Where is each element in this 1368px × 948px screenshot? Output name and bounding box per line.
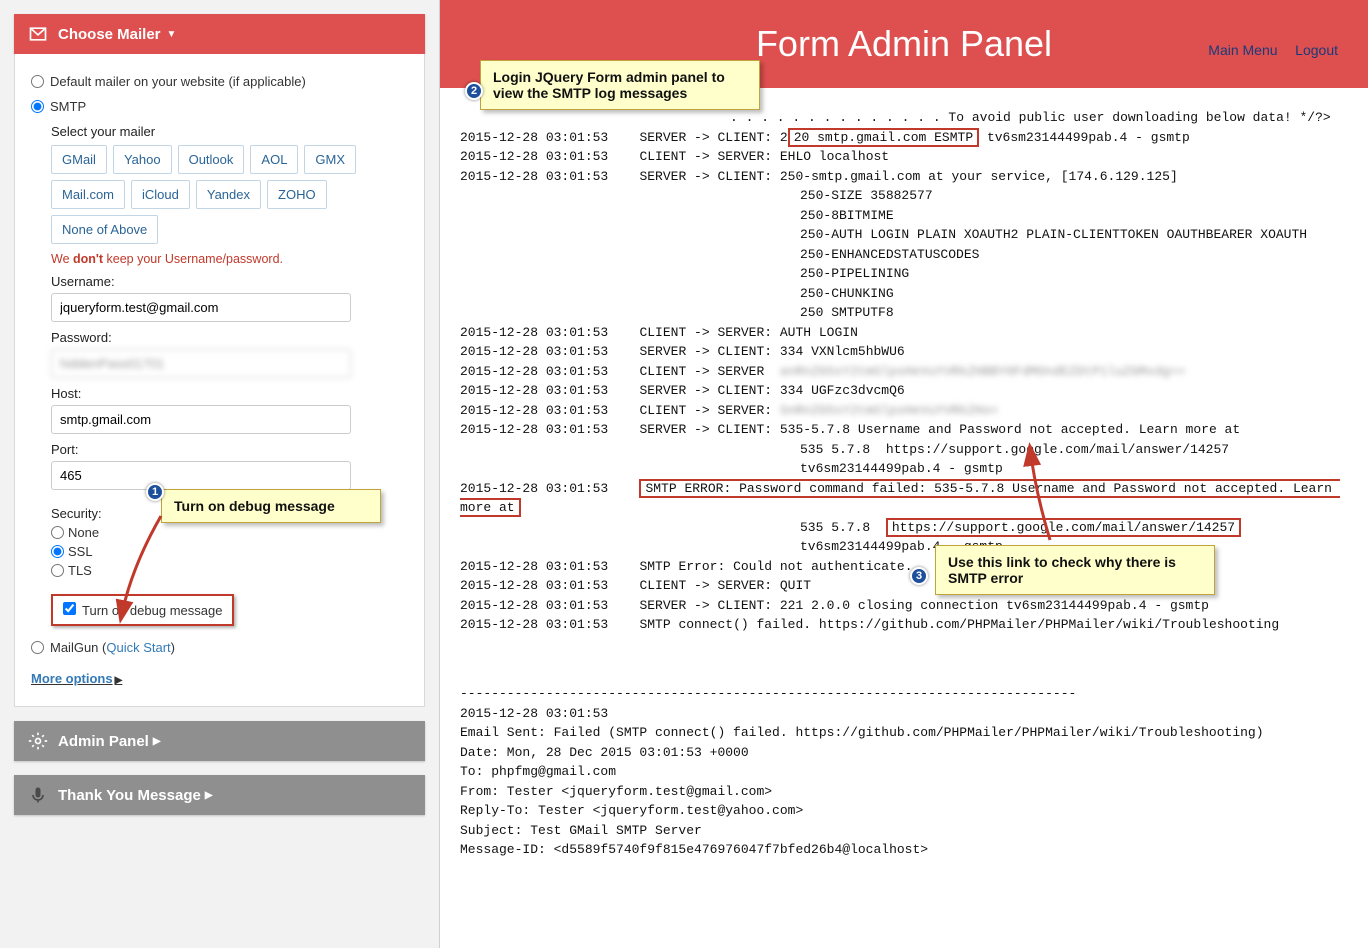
select-mailer-label: Select your mailer [51, 124, 408, 139]
username-input[interactable] [51, 293, 351, 322]
mailer-mailcom[interactable]: Mail.com [51, 180, 125, 209]
badge-1: 1 [146, 483, 164, 501]
callout-1: Turn on debug message [161, 489, 381, 523]
page-title: Form Admin Panel [756, 23, 1052, 65]
mail-icon [28, 24, 48, 44]
main-menu-link[interactable]: Main Menu [1208, 42, 1277, 58]
security-options: None SSL TLS [51, 525, 408, 578]
gear-icon [28, 731, 48, 751]
radio-default-mailer[interactable]: Default mailer on your website (if appli… [31, 74, 306, 89]
mic-icon [28, 785, 48, 805]
password-label: Password: [51, 330, 408, 345]
chevron-right-icon: ▶ [205, 790, 213, 801]
chevron-right-icon: ▶ [153, 736, 161, 747]
host-label: Host: [51, 386, 408, 401]
thank-you-header[interactable]: Thank You Message ▶ [14, 775, 425, 815]
callout-2: Login JQuery Form admin panel to view th… [480, 60, 760, 110]
admin-panel-title: Admin Panel [58, 733, 149, 750]
debug-checkbox[interactable]: Turn on debug message [63, 602, 222, 618]
chevron-right-icon: ▶ [115, 675, 123, 686]
mailer-gmx[interactable]: GMX [304, 145, 356, 174]
security-none[interactable]: None [51, 525, 408, 540]
mailer-section: Choose Mailer ▼ Default mailer on your w… [14, 14, 425, 707]
mailer-yahoo[interactable]: Yahoo [113, 145, 172, 174]
mailer-icloud[interactable]: iCloud [131, 180, 190, 209]
choose-mailer-title: Choose Mailer [58, 26, 161, 43]
chevron-down-icon: ▼ [167, 29, 177, 40]
warn-text: We don't keep your Username/password. [51, 252, 408, 266]
security-tls[interactable]: TLS [51, 563, 408, 578]
error-link-highlight: https://support.google.com/mail/answer/1… [886, 518, 1241, 537]
host-input[interactable] [51, 405, 351, 434]
security-ssl[interactable]: SSL [51, 544, 408, 559]
smtp-log: . . . . . . . . . . . . . . To avoid pub… [440, 88, 1368, 880]
radio-mailgun[interactable]: MailGun (Quick Start) [31, 640, 175, 655]
badge-2: 2 [465, 82, 483, 100]
mailer-grid: GMail Yahoo Outlook AOL GMX Mail.com iCl… [51, 145, 408, 244]
password-input[interactable] [51, 349, 351, 378]
mailer-outlook[interactable]: Outlook [178, 145, 245, 174]
mailer-gmail[interactable]: GMail [51, 145, 107, 174]
debug-checkbox-box: Turn on debug message [51, 594, 234, 626]
username-label: Username: [51, 274, 408, 289]
mailer-aol[interactable]: AOL [250, 145, 298, 174]
port-label: Port: [51, 442, 408, 457]
quick-start-link[interactable]: Quick Start [106, 640, 170, 655]
badge-3: 3 [910, 567, 928, 585]
right-panel: Form Admin Panel Main Menu Logout 2 Logi… [440, 0, 1368, 948]
more-options-link[interactable]: More options▶ [31, 671, 408, 686]
mailer-yandex[interactable]: Yandex [196, 180, 261, 209]
thank-you-title: Thank You Message [58, 787, 201, 804]
mailer-none[interactable]: None of Above [51, 215, 158, 244]
mailer-zoho[interactable]: ZOHO [267, 180, 327, 209]
left-panel: Choose Mailer ▼ Default mailer on your w… [0, 0, 440, 948]
port-input[interactable] [51, 461, 351, 490]
choose-mailer-header[interactable]: Choose Mailer ▼ [14, 14, 425, 54]
callout-3: Use this link to check why there is SMTP… [935, 545, 1215, 595]
admin-panel-header[interactable]: Admin Panel ▶ [14, 721, 425, 761]
logout-link[interactable]: Logout [1295, 42, 1338, 58]
smtp-banner-highlight: 20 smtp.gmail.com ESMTP [788, 128, 979, 147]
mailer-body: Default mailer on your website (if appli… [14, 54, 425, 707]
radio-smtp[interactable]: SMTP [31, 99, 86, 114]
